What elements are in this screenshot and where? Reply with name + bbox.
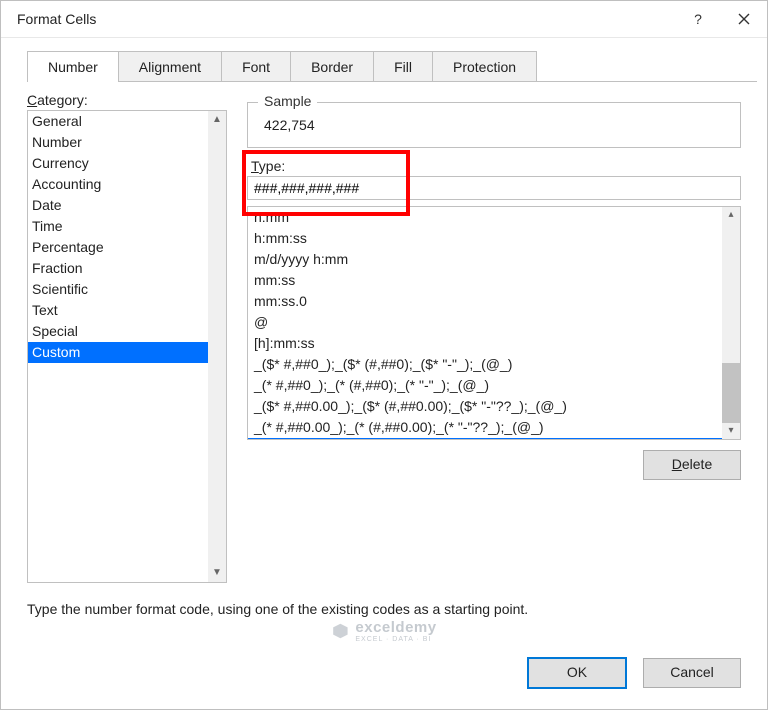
format-list[interactable]: h:mm h:mm:ss m/d/yyyy h:mm mm:ss mm:ss.0… [247, 206, 741, 440]
category-item-percentage[interactable]: Percentage [28, 237, 208, 258]
format-item[interactable]: ###,###,###,### [248, 438, 722, 439]
sample-label: Sample [258, 93, 317, 109]
tab-strip: Number Alignment Font Border Fill Protec… [27, 52, 749, 82]
type-block: Type: [247, 154, 741, 200]
format-item[interactable]: m/d/yyyy h:mm [248, 249, 722, 270]
category-item-accounting[interactable]: Accounting [28, 174, 208, 195]
scrollbar-thumb[interactable] [722, 363, 740, 423]
close-button[interactable] [721, 3, 767, 35]
logo-icon [331, 622, 349, 640]
format-item[interactable]: h:mm:ss [248, 228, 722, 249]
sample-group: Sample 422,754 [247, 102, 741, 148]
format-list-scrollbar[interactable]: ▴ ▾ [722, 207, 740, 439]
cancel-button[interactable]: Cancel [643, 658, 741, 688]
tab-number[interactable]: Number [27, 51, 119, 82]
sample-value: 422,754 [264, 117, 726, 133]
scroll-down-icon: ▾ [722, 423, 740, 439]
help-button[interactable]: ? [675, 3, 721, 35]
scroll-up-icon: ▴ [722, 207, 740, 223]
format-item[interactable]: _($* #,##0_);_($* (#,##0);_($* "-"_);_(@… [248, 354, 722, 375]
format-item[interactable]: _(* #,##0.00_);_(* (#,##0.00);_(* "-"??_… [248, 417, 722, 438]
format-cells-dialog: Format Cells ? Number Alignment Font Bor… [0, 0, 768, 710]
close-icon [738, 13, 750, 25]
category-items: General Number Currency Accounting Date … [28, 111, 208, 582]
category-item-scientific[interactable]: Scientific [28, 279, 208, 300]
format-item[interactable]: h:mm [248, 207, 722, 228]
delete-button[interactable]: Delete [643, 450, 741, 480]
category-listbox[interactable]: General Number Currency Accounting Date … [27, 110, 227, 583]
category-item-general[interactable]: General [28, 111, 208, 132]
format-item[interactable]: [h]:mm:ss [248, 333, 722, 354]
scroll-down-icon: ▼ [212, 566, 222, 580]
titlebar: Format Cells ? [1, 1, 767, 38]
tab-font[interactable]: Font [221, 51, 291, 82]
category-item-special[interactable]: Special [28, 321, 208, 342]
format-item[interactable]: _($* #,##0.00_);_($* (#,##0.00);_($* "-"… [248, 396, 722, 417]
right-column: Sample 422,754 Type: h:mm h:mm:ss m/d/yy… [247, 92, 741, 583]
tab-protection[interactable]: Protection [432, 51, 537, 82]
category-label: Category: [27, 92, 227, 108]
ok-button[interactable]: OK [527, 657, 627, 689]
tab-border[interactable]: Border [290, 51, 374, 82]
delete-row: Delete [247, 450, 741, 480]
category-item-custom[interactable]: Custom [28, 342, 208, 363]
dialog-body: Category: General Number Currency Accoun… [1, 82, 767, 583]
type-label: Type: [251, 158, 741, 174]
tab-alignment[interactable]: Alignment [118, 51, 222, 82]
category-item-time[interactable]: Time [28, 216, 208, 237]
category-item-text[interactable]: Text [28, 300, 208, 321]
category-item-number[interactable]: Number [28, 132, 208, 153]
watermark: exceldemy EXCEL · DATA · BI [331, 619, 436, 643]
format-item[interactable]: @ [248, 312, 722, 333]
format-item[interactable]: mm:ss [248, 270, 722, 291]
hint-text: Type the number format code, using one o… [27, 601, 741, 617]
category-scrollbar[interactable]: ▲ ▼ [208, 111, 226, 582]
format-item[interactable]: mm:ss.0 [248, 291, 722, 312]
category-item-date[interactable]: Date [28, 195, 208, 216]
category-column: Category: General Number Currency Accoun… [27, 92, 227, 583]
scroll-up-icon: ▲ [212, 113, 222, 127]
dialog-footer: OK Cancel [1, 657, 767, 709]
window-title: Format Cells [17, 11, 675, 27]
category-item-fraction[interactable]: Fraction [28, 258, 208, 279]
format-list-items: h:mm h:mm:ss m/d/yyyy h:mm mm:ss mm:ss.0… [248, 207, 722, 439]
tab-fill[interactable]: Fill [373, 51, 433, 82]
format-item[interactable]: _(* #,##0_);_(* (#,##0);_(* "-"_);_(@_) [248, 375, 722, 396]
type-input[interactable] [247, 176, 741, 200]
category-item-currency[interactable]: Currency [28, 153, 208, 174]
